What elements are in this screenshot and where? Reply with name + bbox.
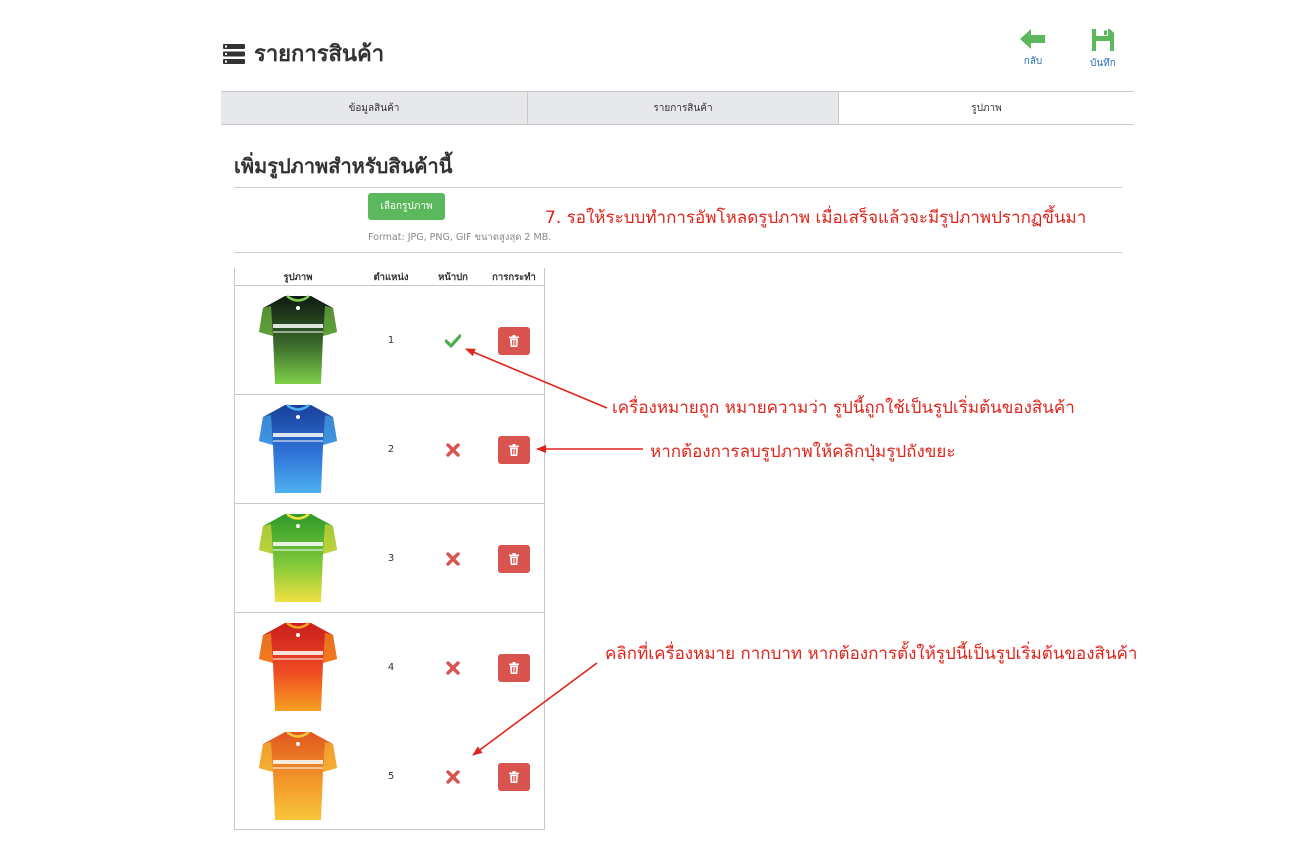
- annotation-checkmark: เครื่องหมายถูก หมายความว่า รูปนี้ถูกใช้เ…: [612, 398, 1075, 418]
- trash-icon: [509, 661, 519, 674]
- delete-image-button[interactable]: [498, 653, 530, 682]
- table-row: 3: [235, 504, 544, 613]
- section-title: เพิ่มรูปภาพสำหรับสินค้านี้: [234, 154, 453, 178]
- table-row: 4: [235, 613, 544, 722]
- jersey-image: [257, 510, 339, 606]
- jersey-image: [257, 728, 339, 824]
- table-row: 5: [235, 722, 544, 831]
- image-position: 3: [387, 552, 395, 564]
- table-row: 1: [235, 286, 544, 395]
- header-cover: หน้าปก: [438, 272, 468, 283]
- page-title: รายการสินค้า: [222, 36, 384, 71]
- choose-image-button[interactable]: เลือกรูปภาพ: [368, 193, 445, 220]
- set-cover-cross-icon[interactable]: [442, 439, 464, 461]
- jersey-image: [257, 292, 339, 388]
- checkmark-icon: [442, 330, 464, 352]
- trash-icon: [509, 443, 519, 456]
- delete-image-button[interactable]: [498, 762, 530, 791]
- jersey-image: [257, 619, 339, 715]
- tab-images[interactable]: รูปภาพ: [838, 92, 1134, 124]
- set-cover-cross-icon[interactable]: [442, 548, 464, 570]
- annotation-trash: หากต้องการลบรูปภาพให้คลิกปุ่มรูปถังขยะ: [650, 442, 956, 462]
- save-button[interactable]: บันทึก: [1090, 28, 1116, 71]
- trash-icon: [509, 334, 519, 347]
- annotation-arrows: [465, 348, 643, 756]
- arrow-left-icon: [1020, 29, 1045, 49]
- back-button[interactable]: กลับ: [1019, 28, 1047, 69]
- header-position: ตำแหน่ง: [373, 272, 409, 283]
- table-header: รูปภาพ ตำแหน่ง หน้าปก การกระทำ: [235, 268, 544, 286]
- delete-image-button[interactable]: [498, 435, 530, 464]
- trash-icon: [509, 770, 519, 783]
- save-button-label: บันทึก: [1090, 58, 1116, 69]
- delete-image-button[interactable]: [498, 544, 530, 573]
- set-cover-cross-icon[interactable]: [442, 657, 464, 679]
- page-title-text: รายการสินค้า: [254, 42, 385, 67]
- image-position: 5: [387, 770, 395, 782]
- divider-bottom: [234, 252, 1122, 253]
- trash-icon: [509, 552, 519, 565]
- back-button-label: กลับ: [1023, 56, 1043, 67]
- jersey-image: [257, 401, 339, 497]
- save-icon: [1091, 29, 1114, 51]
- tab-bar: ข้อมูลสินค้า รายการสินค้า รูปภาพ: [221, 91, 1134, 125]
- list-icon: [223, 43, 245, 64]
- tab-product-info[interactable]: ข้อมูลสินค้า: [221, 92, 527, 124]
- image-position: 4: [387, 661, 395, 673]
- annotation-step7: 7. รอให้ระบบทำการอัพโหลดรูปภาพ เมื่อเสร็…: [545, 208, 1087, 228]
- divider-top: [234, 187, 1122, 188]
- delete-image-button[interactable]: [498, 326, 530, 355]
- header-action: การกระทำ: [492, 272, 536, 283]
- image-position: 2: [387, 443, 395, 455]
- annotation-cross: คลิกที่เครื่องหมาย กากบาท หากต้องการตั้ง…: [605, 644, 1138, 664]
- format-hint: Format: JPG, PNG, GIF ขนาดสูงสุด 2 MB.: [368, 232, 552, 243]
- header-image: รูปภาพ: [283, 272, 313, 283]
- image-table: รูปภาพ ตำแหน่ง หน้าปก การกระทำ 1 2 3 4 5: [234, 268, 545, 830]
- set-cover-cross-icon[interactable]: [442, 766, 464, 788]
- tab-product-list[interactable]: รายการสินค้า: [527, 92, 838, 124]
- image-position: 1: [387, 334, 395, 346]
- table-row: 2: [235, 395, 544, 504]
